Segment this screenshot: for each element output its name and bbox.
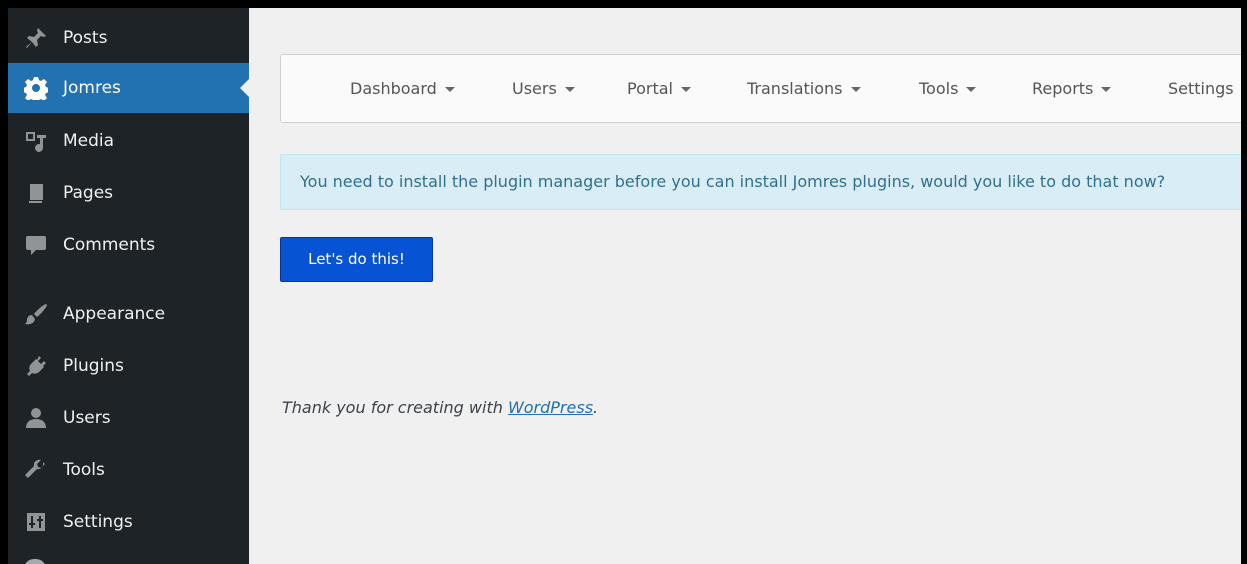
footer-credit: Thank you for creating with WordPress. (282, 398, 598, 417)
browser-frame: Posts Jomres Media Pages Comments Appear… (8, 8, 1241, 564)
gear-icon (23, 75, 49, 101)
sidebar-item-settings[interactable]: Settings (8, 497, 249, 547)
pushpin-icon (23, 25, 49, 51)
sidebar-item-users[interactable]: Users (8, 393, 249, 443)
caret-down-icon (444, 87, 455, 92)
comment-bubble-icon (23, 232, 49, 258)
sidebar-item-label: Appearance (63, 304, 166, 324)
caret-down-icon (1101, 87, 1112, 92)
footer-prefix: Thank you for creating with (282, 398, 508, 417)
sidebar-item-jomres[interactable]: Jomres (8, 63, 249, 113)
plug-icon (23, 353, 49, 379)
nav-label: Tools (919, 79, 959, 98)
admin-sidebar: Posts Jomres Media Pages Comments Appear… (8, 8, 249, 564)
jomres-top-navbar: Dashboard Users Portal Translations Tool… (280, 54, 1241, 123)
pages-icon (23, 180, 49, 206)
caret-down-icon (850, 87, 861, 92)
sidebar-item-plugins[interactable]: Plugins (8, 341, 249, 391)
sidebar-item-label: Jomres (63, 78, 121, 98)
user-icon (23, 405, 49, 431)
sidebar-item-label: Settings (63, 512, 133, 532)
nav-label: Users (512, 79, 557, 98)
sidebar-item-comments[interactable]: Comments (8, 220, 249, 270)
nav-label: Settings (1168, 79, 1234, 98)
footer-suffix: . (593, 398, 599, 417)
nav-label: Dashboard (350, 79, 437, 98)
alert-message: You need to install the plugin manager b… (300, 172, 1166, 191)
sidebar-item-label: Tools (63, 460, 105, 480)
sidebar-item-label: Pages (63, 183, 114, 203)
sidebar-item-appearance[interactable]: Appearance (8, 289, 249, 339)
sidebar-item-label: Plugins (63, 356, 124, 376)
nav-translations[interactable]: Translations (747, 55, 861, 122)
sidebar-item-pages[interactable]: Pages (8, 168, 249, 218)
nav-label: Reports (1032, 79, 1094, 98)
sidebar-item-label: Media (63, 131, 115, 151)
wrench-icon (23, 457, 49, 483)
nav-settings[interactable]: Settings (1168, 55, 1234, 122)
main-content: Dashboard Users Portal Translations Tool… (249, 8, 1241, 564)
sidebar-item-tools[interactable]: Tools (8, 445, 249, 495)
nav-reports[interactable]: Reports (1032, 55, 1112, 122)
sidebar-item-media[interactable]: Media (8, 116, 249, 166)
nav-users[interactable]: Users (512, 55, 575, 122)
nav-portal[interactable]: Portal (627, 55, 691, 122)
caret-down-icon (966, 87, 977, 92)
nav-tools[interactable]: Tools (919, 55, 977, 122)
install-plugin-manager-button[interactable]: Let's do this! (280, 237, 433, 282)
sidebar-item-posts[interactable]: Posts (8, 13, 249, 63)
nav-dashboard[interactable]: Dashboard (350, 55, 455, 122)
caret-down-icon (680, 87, 691, 92)
sidebar-item-label: Posts (63, 28, 108, 48)
paintbrush-icon (23, 301, 49, 327)
wordpress-link[interactable]: WordPress (508, 398, 593, 417)
sliders-icon (23, 509, 49, 535)
nav-label: Portal (627, 79, 673, 98)
sidebar-item-label: Users (63, 408, 111, 428)
nav-label: Translations (747, 79, 843, 98)
sidebar-item-label: Comments (63, 235, 156, 255)
media-icon (23, 128, 49, 154)
info-alert: You need to install the plugin manager b… (280, 154, 1241, 210)
caret-down-icon (564, 87, 575, 92)
menu-overflow-icon (24, 559, 46, 564)
